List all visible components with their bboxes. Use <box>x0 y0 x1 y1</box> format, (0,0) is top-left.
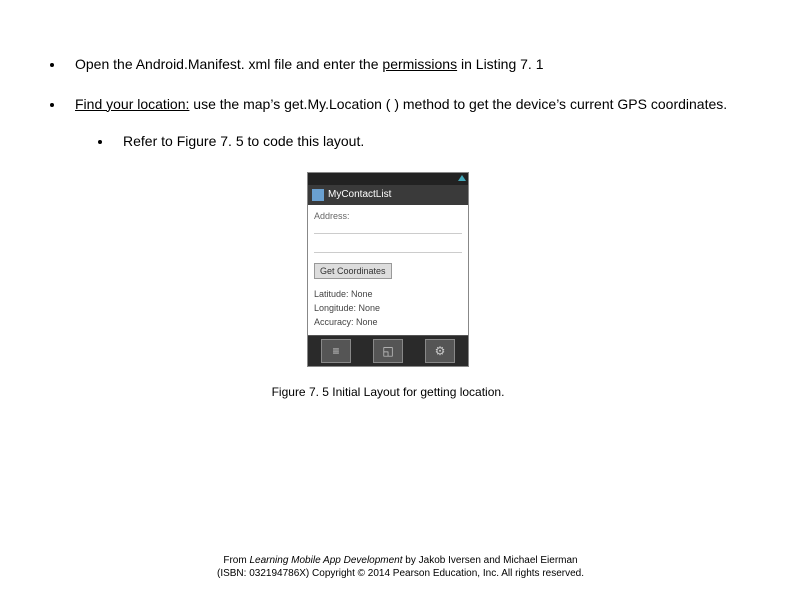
sub-bullet-1: Refer to Figure 7. 5 to code this layout… <box>113 132 741 152</box>
sub-bullet-1-text: Refer to Figure 7. 5 to code this layout… <box>123 133 364 149</box>
nav-list-icon[interactable]: ≡ <box>321 339 351 363</box>
figure-caption: Figure 7. 5 Initial Layout for getting l… <box>35 385 741 399</box>
bullet-2-text: use the map’s get.My.Location ( ) method… <box>189 96 727 112</box>
figure-wrap: MyContactList Address: Get Coordinates L… <box>35 172 741 399</box>
app-title-bar: MyContactList <box>308 185 468 205</box>
footer-post: by Jakob Iversen and Michael Eierman <box>403 555 578 566</box>
slide-content: Open the Android.Manifest. xml file and … <box>0 0 801 399</box>
phone-mockup: MyContactList Address: Get Coordinates L… <box>307 172 469 367</box>
copyright-footer: From Learning Mobile App Development by … <box>0 554 801 580</box>
app-icon <box>312 189 324 201</box>
footer-line-1: From Learning Mobile App Development by … <box>0 554 801 567</box>
book-title: Learning Mobile App Development <box>249 555 402 566</box>
bottom-nav: ≡ ◱ ⚙ <box>308 335 468 366</box>
bullet-2-underlined: Find your location: <box>75 96 189 112</box>
nav-settings-icon[interactable]: ⚙ <box>425 339 455 363</box>
mock-body: Address: Get Coordinates Latitude: None … <box>308 205 468 335</box>
address-line-1[interactable] <box>314 223 462 234</box>
signal-icon <box>458 175 466 181</box>
accuracy-readout: Accuracy: None <box>314 317 462 327</box>
longitude-readout: Longitude: None <box>314 303 462 313</box>
bullet-list: Open the Android.Manifest. xml file and … <box>45 55 741 152</box>
footer-pre: From <box>223 555 249 566</box>
status-bar <box>308 173 468 185</box>
bullet-1-text-pre: Open the Android.Manifest. xml file and … <box>75 56 382 72</box>
get-coordinates-button[interactable]: Get Coordinates <box>314 263 392 279</box>
bullet-2: Find your location: use the map’s get.My… <box>65 95 741 152</box>
bullet-1-underlined: permissions <box>382 56 457 72</box>
address-label: Address: <box>314 211 462 221</box>
bullet-1-text-post: in Listing 7. 1 <box>457 56 543 72</box>
sub-bullet-list: Refer to Figure 7. 5 to code this layout… <box>93 132 741 152</box>
app-title: MyContactList <box>328 189 391 200</box>
latitude-readout: Latitude: None <box>314 289 462 299</box>
address-line-2[interactable] <box>314 242 462 253</box>
bullet-1: Open the Android.Manifest. xml file and … <box>65 55 741 75</box>
nav-map-icon[interactable]: ◱ <box>373 339 403 363</box>
footer-line-2: (ISBN: 032194786X) Copyright © 2014 Pear… <box>0 567 801 580</box>
